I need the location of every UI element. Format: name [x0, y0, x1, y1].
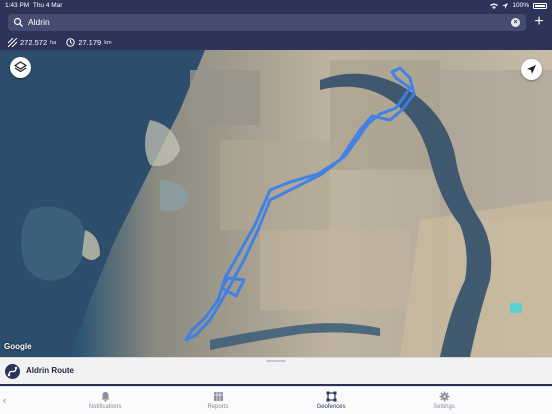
- map-attribution: Google: [4, 342, 32, 351]
- tab-label: Reports: [207, 404, 229, 410]
- locate-arrow-icon: [527, 65, 536, 74]
- reports-icon: [213, 392, 223, 401]
- area-stat: 272.572 ha: [8, 38, 56, 47]
- route-icon: [5, 364, 20, 379]
- tab-geofences[interactable]: Geofences: [301, 391, 361, 414]
- tab-label: Notifications: [88, 404, 122, 410]
- status-time: 1:43 PM Thu 4 Mar: [5, 2, 63, 9]
- area-unit: ha: [50, 39, 57, 46]
- app-screen: 1:43 PM Thu 4 Mar 100% Aldrin × + 272.57…: [0, 0, 552, 414]
- geofence-stats: 272.572 ha 27.179 km: [8, 38, 112, 47]
- gear-icon: [439, 391, 449, 402]
- search-input[interactable]: Aldrin: [28, 17, 50, 27]
- tab-reports[interactable]: Reports: [188, 391, 248, 414]
- area-icon: [8, 38, 17, 47]
- search-bar[interactable]: Aldrin ×: [8, 14, 526, 31]
- area-value: 272.572: [20, 38, 48, 47]
- satellite-map: [0, 50, 552, 357]
- top-bar: 1:43 PM Thu 4 Mar 100% Aldrin × + 272.57…: [0, 0, 552, 56]
- tab-label: Settings: [433, 404, 455, 410]
- tab-notifications[interactable]: Notifications: [75, 391, 135, 414]
- distance-unit: km: [104, 39, 112, 46]
- layers-button[interactable]: [10, 57, 31, 78]
- add-geofence-button[interactable]: +: [532, 14, 546, 31]
- status-bar: 1:43 PM Thu 4 Mar 100%: [0, 0, 552, 12]
- distance-value: 27.179: [78, 38, 102, 47]
- route-info-bar[interactable]: Aldrin Route: [0, 357, 552, 384]
- creek-branch: [210, 323, 380, 350]
- clear-icon[interactable]: ×: [511, 18, 520, 27]
- status-right: 100%: [490, 2, 547, 9]
- route-name: Aldrin Route: [26, 366, 74, 375]
- distance-stat: 27.179 km: [66, 38, 112, 47]
- location-icon: [502, 2, 509, 9]
- battery-icon: [533, 2, 547, 9]
- locate-button[interactable]: [521, 59, 542, 80]
- back-chevron-icon[interactable]: ‹: [3, 395, 6, 405]
- bell-icon: [101, 392, 109, 402]
- battery-percent: 100%: [512, 2, 529, 9]
- map-view[interactable]: Google: [0, 50, 552, 357]
- clock-icon: [66, 38, 75, 47]
- wifi-icon: [490, 3, 499, 9]
- tab-label: Geofences: [316, 404, 346, 410]
- island: [160, 180, 190, 212]
- search-icon: [13, 17, 23, 27]
- urban-block: [260, 230, 410, 310]
- layers-icon: [13, 61, 28, 73]
- port-area: [190, 70, 260, 125]
- urban-block: [220, 140, 330, 230]
- drag-handle[interactable]: [266, 360, 286, 362]
- lagoon: [510, 303, 522, 313]
- geofence-icon: [326, 391, 336, 402]
- island: [145, 120, 180, 166]
- tab-settings[interactable]: Settings: [414, 391, 474, 414]
- tab-bar: ‹ Notifications Reports Geofences Settin…: [0, 386, 552, 414]
